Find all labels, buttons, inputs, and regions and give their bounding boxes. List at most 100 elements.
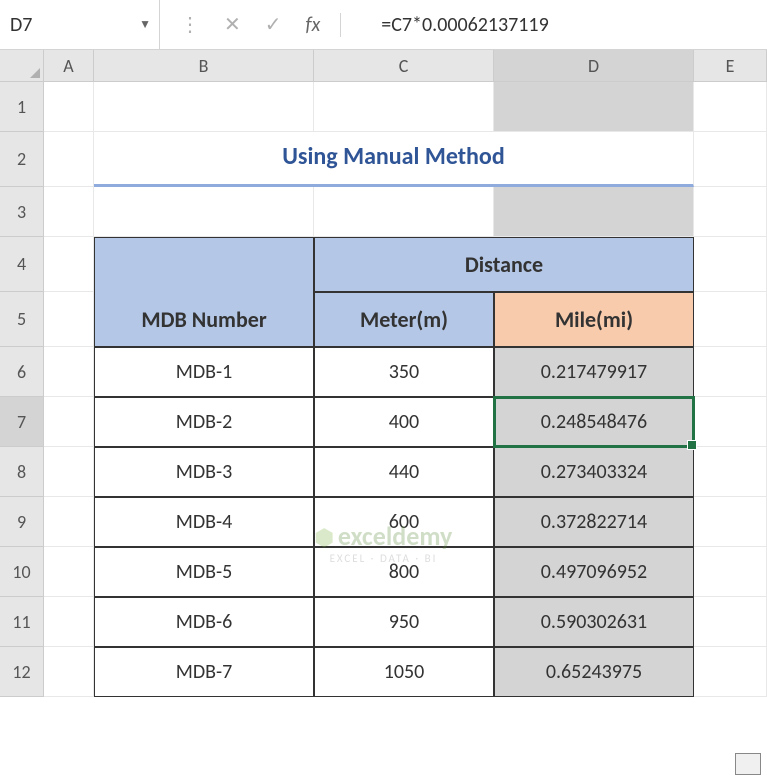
cell-a6[interactable]: [44, 347, 94, 397]
row-header-9[interactable]: 9: [0, 497, 44, 547]
row-header-4[interactable]: 4: [0, 237, 44, 292]
enter-icon[interactable]: ✓: [265, 12, 282, 37]
row-header-7[interactable]: 7: [0, 397, 44, 447]
cell-b7[interactable]: MDB-2: [94, 397, 314, 447]
col-header-c[interactable]: C: [314, 50, 494, 81]
row-header-10[interactable]: 10: [0, 547, 44, 597]
cell-c11[interactable]: 950: [314, 597, 494, 647]
dots-icon: ⋮: [180, 12, 200, 37]
formula-buttons: ⋮ ✕ ✓ fx: [160, 12, 361, 37]
row-3: 3: [0, 187, 767, 237]
header-meter[interactable]: Meter(m): [314, 292, 494, 347]
cell-c9[interactable]: 600: [314, 497, 494, 547]
col-header-a[interactable]: A: [44, 50, 94, 81]
cell-a1[interactable]: [44, 82, 94, 132]
cell-d10[interactable]: 0.497096952: [494, 547, 694, 597]
cell-e5[interactable]: [694, 292, 767, 347]
cell-b3[interactable]: [94, 187, 314, 237]
cell-e8[interactable]: [694, 447, 767, 497]
cell-b6[interactable]: MDB-1: [94, 347, 314, 397]
row-2: 2 Using Manual Method: [0, 132, 767, 187]
cell-a9[interactable]: [44, 497, 94, 547]
select-all-corner[interactable]: [0, 50, 44, 81]
col-header-d[interactable]: D: [494, 50, 694, 81]
cell-b12[interactable]: MDB-7: [94, 647, 314, 697]
row-4: 4 Distance: [0, 237, 767, 292]
cell-a8[interactable]: [44, 447, 94, 497]
col-header-b[interactable]: B: [94, 50, 314, 81]
row-8: 8 MDB-3 440 0.273403324: [0, 447, 767, 497]
cell-a3[interactable]: [44, 187, 94, 237]
row-1: 1: [0, 82, 767, 132]
cell-e2[interactable]: [694, 132, 767, 187]
cell-a4[interactable]: [44, 237, 94, 292]
cell-a10[interactable]: [44, 547, 94, 597]
cell-d7[interactable]: 0.248548476: [494, 397, 694, 447]
cell-e7[interactable]: [694, 397, 767, 447]
row-9: 9 MDB-4 600 0.372822714: [0, 497, 767, 547]
row-11: 11 MDB-6 950 0.590302631: [0, 597, 767, 647]
row-header-2[interactable]: 2: [0, 132, 44, 187]
cell-c10[interactable]: 800: [314, 547, 494, 597]
cell-e6[interactable]: [694, 347, 767, 397]
cell-d9[interactable]: 0.372822714: [494, 497, 694, 547]
row-12: 12 MDB-7 1050 0.65243975: [0, 647, 767, 697]
row-header-1[interactable]: 1: [0, 82, 44, 132]
cell-a12[interactable]: [44, 647, 94, 697]
name-box[interactable]: D7 ▼: [0, 0, 160, 49]
cell-b10[interactable]: MDB-5: [94, 547, 314, 597]
cell-e10[interactable]: [694, 547, 767, 597]
cell-c3[interactable]: [314, 187, 494, 237]
header-mdb[interactable]: MDB Number: [94, 292, 314, 347]
cancel-icon[interactable]: ✕: [224, 12, 241, 37]
cell-d1[interactable]: [494, 82, 694, 132]
row-header-11[interactable]: 11: [0, 597, 44, 647]
header-mile[interactable]: Mile(mi): [494, 292, 694, 347]
cell-b9[interactable]: MDB-4: [94, 497, 314, 547]
cell-d3[interactable]: [494, 187, 694, 237]
cell-c7[interactable]: 400: [314, 397, 494, 447]
row-5: 5 MDB Number Meter(m) Mile(mi): [0, 292, 767, 347]
cell-e12[interactable]: [694, 647, 767, 697]
row-7: 7 MDB-2 400 0.248548476: [0, 397, 767, 447]
cell-a7[interactable]: [44, 397, 94, 447]
cell-d11[interactable]: 0.590302631: [494, 597, 694, 647]
row-header-12[interactable]: 12: [0, 647, 44, 697]
row-header-8[interactable]: 8: [0, 447, 44, 497]
cell-e1[interactable]: [694, 82, 767, 132]
cell-reference: D7: [10, 13, 32, 37]
fx-icon[interactable]: fx: [306, 13, 342, 37]
cell-c1[interactable]: [314, 82, 494, 132]
row-header-5[interactable]: 5: [0, 292, 44, 347]
cell-a2[interactable]: [44, 132, 94, 187]
col-header-e[interactable]: E: [694, 50, 767, 81]
cell-b1[interactable]: [94, 82, 314, 132]
row-6: 6 MDB-1 350 0.217479917: [0, 347, 767, 397]
cell-b11[interactable]: MDB-6: [94, 597, 314, 647]
cell-c8[interactable]: 440: [314, 447, 494, 497]
sheet-title[interactable]: Using Manual Method: [94, 132, 694, 187]
row-header-3[interactable]: 3: [0, 187, 44, 237]
cell-e11[interactable]: [694, 597, 767, 647]
header-mdb-top[interactable]: [94, 237, 314, 292]
cell-a11[interactable]: [44, 597, 94, 647]
paste-options-icon[interactable]: [735, 753, 761, 775]
formula-input[interactable]: =C7*0.00062137119: [361, 13, 767, 37]
column-headers: A B C D E: [0, 50, 767, 82]
cell-e3[interactable]: [694, 187, 767, 237]
cell-a5[interactable]: [44, 292, 94, 347]
formula-bar: D7 ▼ ⋮ ✕ ✓ fx =C7*0.00062137119: [0, 0, 767, 50]
cell-c12[interactable]: 1050: [314, 647, 494, 697]
spreadsheet-grid: 1 2 Using Manual Method 3 4 Distance 5 M…: [0, 82, 767, 697]
cell-d6[interactable]: 0.217479917: [494, 347, 694, 397]
name-box-dropdown-icon[interactable]: ▼: [139, 17, 151, 32]
row-10: 10 MDB-5 800 0.497096952: [0, 547, 767, 597]
cell-e9[interactable]: [694, 497, 767, 547]
header-distance[interactable]: Distance: [314, 237, 694, 292]
row-header-6[interactable]: 6: [0, 347, 44, 397]
cell-c6[interactable]: 350: [314, 347, 494, 397]
cell-d8[interactable]: 0.273403324: [494, 447, 694, 497]
cell-e4[interactable]: [694, 237, 767, 292]
cell-b8[interactable]: MDB-3: [94, 447, 314, 497]
cell-d12[interactable]: 0.65243975: [494, 647, 694, 697]
